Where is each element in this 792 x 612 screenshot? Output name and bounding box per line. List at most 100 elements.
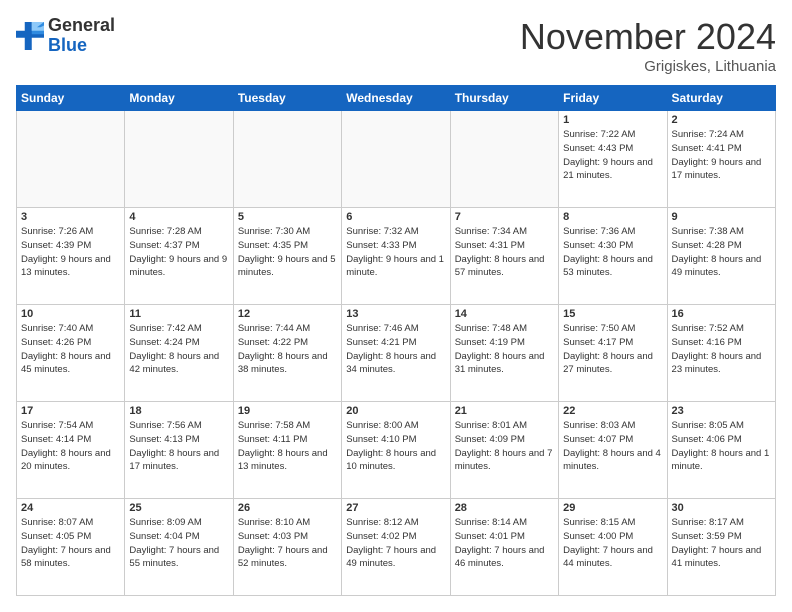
header-thursday: Thursday — [450, 86, 558, 111]
day-info: Sunrise: 8:00 AMSunset: 4:10 PMDaylight:… — [346, 419, 445, 474]
day-info: Sunrise: 7:36 AMSunset: 4:30 PMDaylight:… — [563, 225, 662, 280]
day-number: 9 — [672, 211, 771, 223]
location: Grigiskes, Lithuania — [520, 58, 776, 75]
calendar-week-row: 1 Sunrise: 7:22 AMSunset: 4:43 PMDaylight… — [17, 111, 776, 208]
calendar-day-cell: 12Sunrise: 7:44 AMSunset: 4:22 PMDayligh… — [233, 305, 341, 402]
day-number: 15 — [563, 308, 662, 320]
day-info: Sunrise: 7:40 AMSunset: 4:26 PMDaylight:… — [21, 322, 120, 377]
day-number: 12 — [238, 308, 337, 320]
day-number: 21 — [455, 405, 554, 417]
header-monday: Monday — [125, 86, 233, 111]
calendar-day-cell: 22Sunrise: 8:03 AMSunset: 4:07 PMDayligh… — [559, 402, 667, 499]
calendar-day-cell: 23Sunrise: 8:05 AMSunset: 4:06 PMDayligh… — [667, 402, 775, 499]
day-number: 26 — [238, 502, 337, 514]
calendar-day-cell — [125, 111, 233, 208]
calendar-day-cell: 17Sunrise: 7:54 AMSunset: 4:14 PMDayligh… — [17, 402, 125, 499]
header-tuesday: Tuesday — [233, 86, 341, 111]
day-number: 4 — [129, 211, 228, 223]
day-number: 18 — [129, 405, 228, 417]
day-number: 27 — [346, 502, 445, 514]
calendar-day-cell: 21 Sunrise: 8:01 AMSunset: 4:09 PMDayligh… — [450, 402, 558, 499]
day-info: Sunrise: 7:34 AMSunset: 4:31 PMDaylight:… — [455, 225, 554, 280]
day-number: 11 — [129, 308, 228, 320]
calendar-day-cell: 19 Sunrise: 7:58 AMSunset: 4:11 PMDayligh… — [233, 402, 341, 499]
day-number: 25 — [129, 502, 228, 514]
calendar-week-row: 24Sunrise: 8:07 AMSunset: 4:05 PMDayligh… — [17, 499, 776, 596]
calendar-day-cell — [17, 111, 125, 208]
calendar-day-cell — [450, 111, 558, 208]
day-info: Sunrise: 7:48 AMSunset: 4:19 PMDaylight:… — [455, 322, 554, 377]
calendar-week-row: 17Sunrise: 7:54 AMSunset: 4:14 PMDayligh… — [17, 402, 776, 499]
day-info: Sunrise: 8:12 AMSunset: 4:02 PMDaylight:… — [346, 516, 445, 571]
month-title: November 2024 — [520, 16, 776, 58]
header-wednesday: Wednesday — [342, 86, 450, 111]
day-info: Sunrise: 7:24 AMSunset: 4:41 PMDaylight:… — [672, 128, 771, 183]
calendar-table: Sunday Monday Tuesday Wednesday Thursday… — [16, 85, 776, 596]
day-info: Sunrise: 8:17 AMSunset: 3:59 PMDaylight:… — [672, 516, 771, 571]
calendar-day-cell: 11 Sunrise: 7:42 AMSunset: 4:24 PMDayligh… — [125, 305, 233, 402]
day-info: Sunrise: 8:01 AMSunset: 4:09 PMDaylight:… — [455, 419, 554, 474]
calendar-day-cell: 13 Sunrise: 7:46 AMSunset: 4:21 PMDayligh… — [342, 305, 450, 402]
calendar-header-row: Sunday Monday Tuesday Wednesday Thursday… — [17, 86, 776, 111]
day-number: 3 — [21, 211, 120, 223]
day-number: 10 — [21, 308, 120, 320]
calendar-day-cell: 5Sunrise: 7:30 AMSunset: 4:35 PMDaylight… — [233, 208, 341, 305]
calendar-day-cell: 24Sunrise: 8:07 AMSunset: 4:05 PMDayligh… — [17, 499, 125, 596]
day-number: 2 — [672, 114, 771, 126]
calendar-day-cell: 10 Sunrise: 7:40 AMSunset: 4:26 PMDayligh… — [17, 305, 125, 402]
calendar-day-cell: 26 Sunrise: 8:10 AMSunset: 4:03 PMDayligh… — [233, 499, 341, 596]
calendar-day-cell: 4Sunrise: 7:28 AMSunset: 4:37 PMDaylight… — [125, 208, 233, 305]
day-number: 8 — [563, 211, 662, 223]
day-number: 30 — [672, 502, 771, 514]
calendar-day-cell: 16Sunrise: 7:52 AMSunset: 4:16 PMDayligh… — [667, 305, 775, 402]
day-number: 20 — [346, 405, 445, 417]
day-number: 19 — [238, 405, 337, 417]
day-info: Sunrise: 7:42 AMSunset: 4:24 PMDaylight:… — [129, 322, 228, 377]
day-info: Sunrise: 7:50 AMSunset: 4:17 PMDaylight:… — [563, 322, 662, 377]
day-info: Sunrise: 8:15 AMSunset: 4:00 PMDaylight:… — [563, 516, 662, 571]
day-number: 7 — [455, 211, 554, 223]
logo: General Blue — [16, 16, 115, 56]
calendar-day-cell: 18 Sunrise: 7:56 AMSunset: 4:13 PMDayligh… — [125, 402, 233, 499]
calendar-day-cell: 2 Sunrise: 7:24 AMSunset: 4:41 PMDaylight… — [667, 111, 775, 208]
calendar-day-cell: 30 Sunrise: 8:17 AMSunset: 3:59 PMDayligh… — [667, 499, 775, 596]
logo-general: General — [48, 16, 115, 36]
logo-text: General Blue — [48, 16, 115, 56]
day-info: Sunrise: 7:58 AMSunset: 4:11 PMDaylight:… — [238, 419, 337, 474]
day-number: 22 — [563, 405, 662, 417]
calendar-day-cell: 3 Sunrise: 7:26 AMSunset: 4:39 PMDaylight… — [17, 208, 125, 305]
calendar-week-row: 10 Sunrise: 7:40 AMSunset: 4:26 PMDayligh… — [17, 305, 776, 402]
page: General Blue November 2024 Grigiskes, Li… — [0, 0, 792, 612]
calendar-day-cell — [233, 111, 341, 208]
day-info: Sunrise: 7:26 AMSunset: 4:39 PMDaylight:… — [21, 225, 120, 280]
day-number: 13 — [346, 308, 445, 320]
day-number: 14 — [455, 308, 554, 320]
day-info: Sunrise: 7:32 AMSunset: 4:33 PMDaylight:… — [346, 225, 445, 280]
day-info: Sunrise: 7:22 AMSunset: 4:43 PMDaylight:… — [563, 128, 662, 183]
day-info: Sunrise: 7:38 AMSunset: 4:28 PMDaylight:… — [672, 225, 771, 280]
calendar-week-row: 3 Sunrise: 7:26 AMSunset: 4:39 PMDaylight… — [17, 208, 776, 305]
day-number: 29 — [563, 502, 662, 514]
calendar-day-cell: 15 Sunrise: 7:50 AMSunset: 4:17 PMDayligh… — [559, 305, 667, 402]
day-number: 23 — [672, 405, 771, 417]
calendar-day-cell: 20 Sunrise: 8:00 AMSunset: 4:10 PMDayligh… — [342, 402, 450, 499]
day-info: Sunrise: 8:14 AMSunset: 4:01 PMDaylight:… — [455, 516, 554, 571]
day-number: 1 — [563, 114, 662, 126]
header-sunday: Sunday — [17, 86, 125, 111]
header-saturday: Saturday — [667, 86, 775, 111]
day-info: Sunrise: 8:09 AMSunset: 4:04 PMDaylight:… — [129, 516, 228, 571]
calendar-day-cell — [342, 111, 450, 208]
calendar-day-cell: 27 Sunrise: 8:12 AMSunset: 4:02 PMDayligh… — [342, 499, 450, 596]
day-info: Sunrise: 8:10 AMSunset: 4:03 PMDaylight:… — [238, 516, 337, 571]
day-info: Sunrise: 7:30 AMSunset: 4:35 PMDaylight:… — [238, 225, 337, 280]
header: General Blue November 2024 Grigiskes, Li… — [16, 16, 776, 75]
logo-blue: Blue — [48, 36, 115, 56]
calendar-day-cell: 25 Sunrise: 8:09 AMSunset: 4:04 PMDayligh… — [125, 499, 233, 596]
title-block: November 2024 Grigiskes, Lithuania — [520, 16, 776, 75]
calendar-day-cell: 29 Sunrise: 8:15 AMSunset: 4:00 PMDayligh… — [559, 499, 667, 596]
calendar-day-cell: 7 Sunrise: 7:34 AMSunset: 4:31 PMDaylight… — [450, 208, 558, 305]
day-info: Sunrise: 7:46 AMSunset: 4:21 PMDaylight:… — [346, 322, 445, 377]
logo-icon — [16, 22, 44, 50]
day-info: Sunrise: 7:56 AMSunset: 4:13 PMDaylight:… — [129, 419, 228, 474]
day-info: Sunrise: 8:07 AMSunset: 4:05 PMDaylight:… — [21, 516, 120, 571]
